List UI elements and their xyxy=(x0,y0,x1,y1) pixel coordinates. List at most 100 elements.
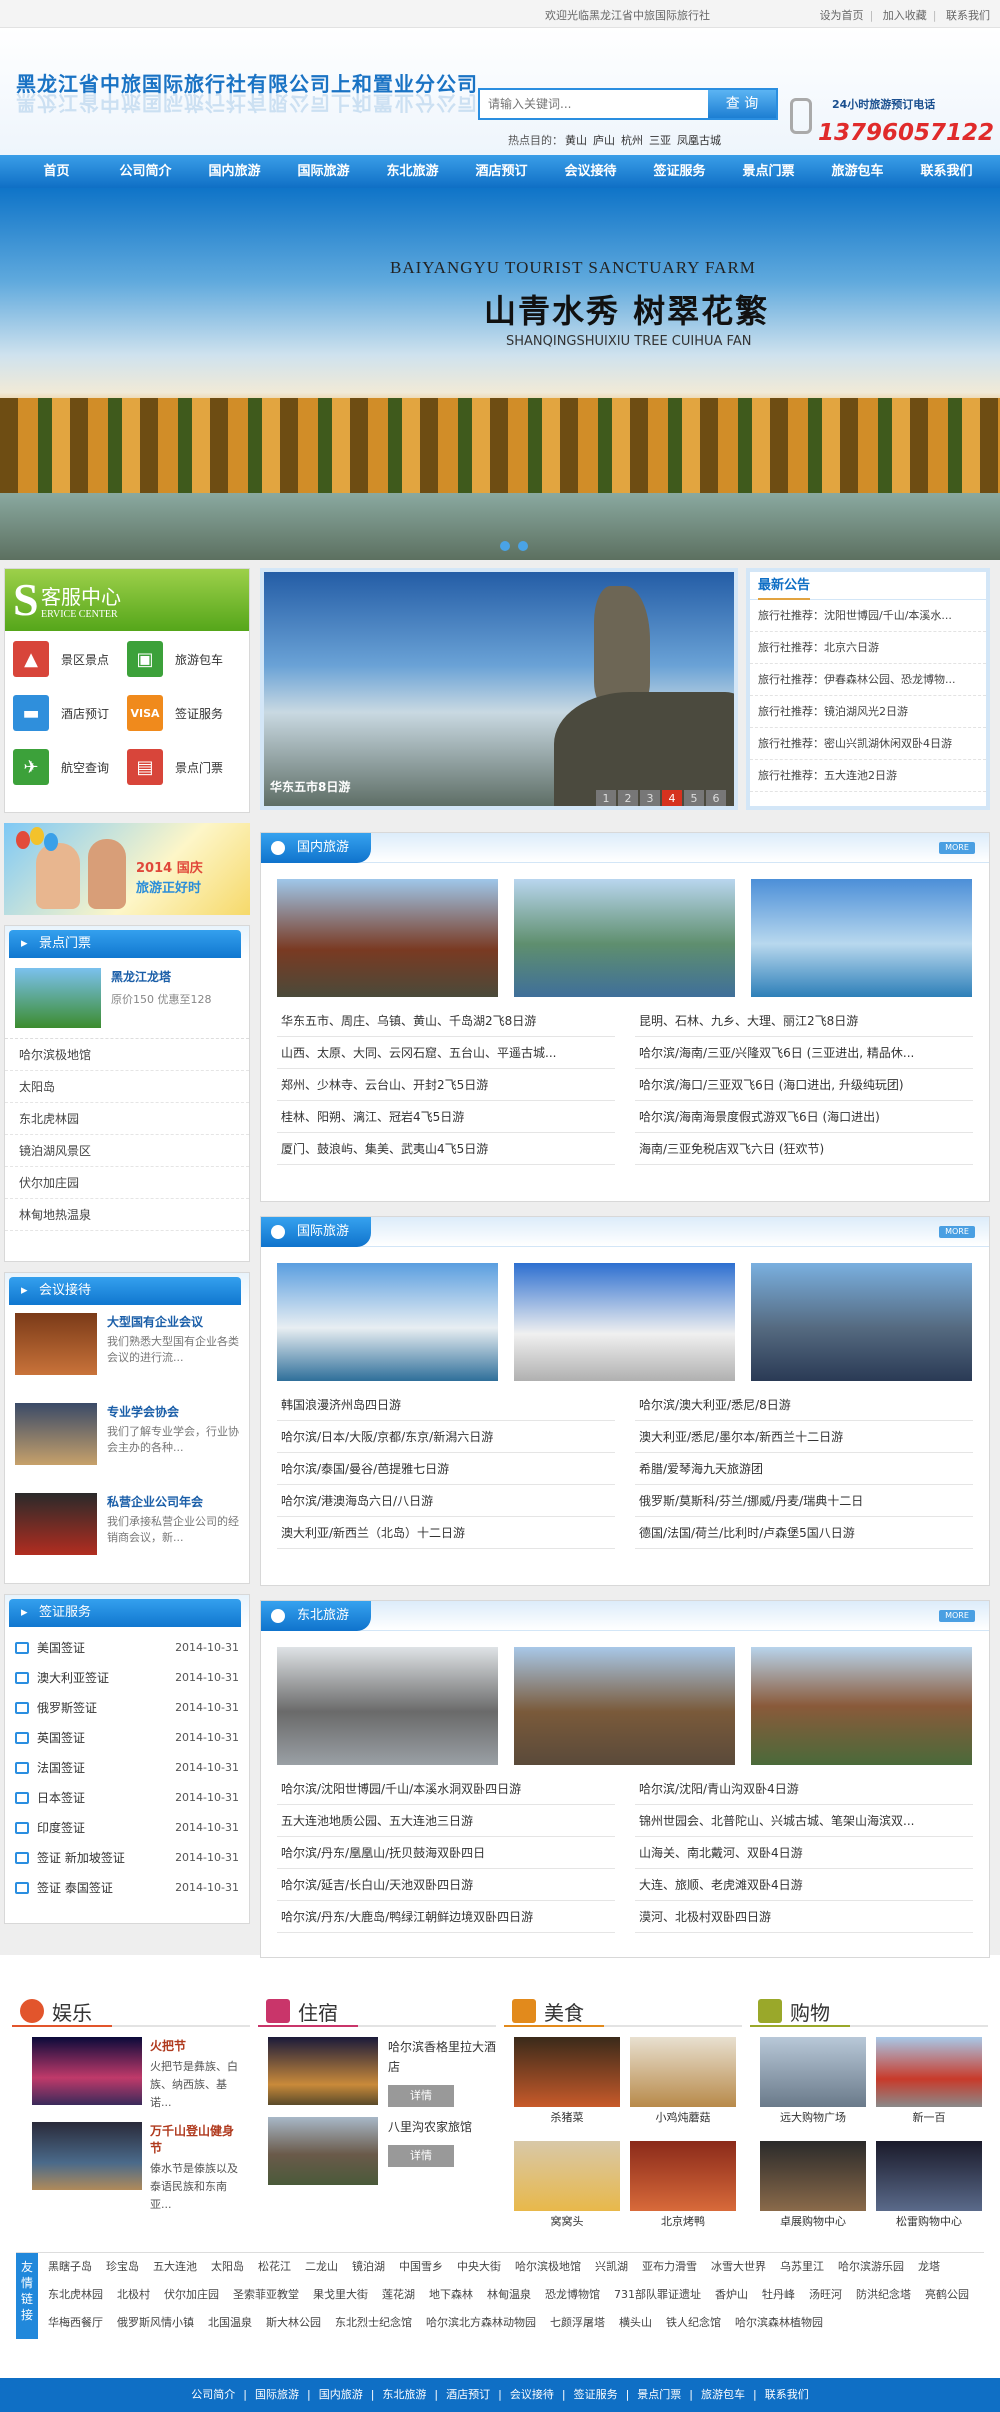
friend-link[interactable]: 伏尔加庄园 xyxy=(164,2288,219,2301)
meeting-item[interactable]: 大型国有企业会议 我们熟悉大型国有企业各类会议的进行流... xyxy=(5,1305,249,1395)
friend-link[interactable]: 珍宝岛 xyxy=(106,2260,139,2273)
route-item[interactable]: 锦州世园会、北普陀山、兴城古城、笔架山海滨双... xyxy=(635,1805,973,1837)
service-hotel[interactable]: ▬ 酒店预订 xyxy=(13,695,127,731)
banner-dot[interactable] xyxy=(500,541,510,551)
scenic-item[interactable]: 伏尔加庄园 xyxy=(5,1167,249,1199)
service-charter[interactable]: ▣ 旅游包车 xyxy=(127,641,241,677)
friend-link[interactable]: 牡丹峰 xyxy=(762,2288,795,2301)
more-button[interactable]: MORE xyxy=(939,842,975,854)
friend-link[interactable]: 中央大街 xyxy=(457,2260,501,2273)
friend-link[interactable]: 林甸温泉 xyxy=(487,2288,531,2301)
domestic-title[interactable]: 国内旅游 xyxy=(261,833,371,863)
scenic-item[interactable]: 东北虎林园 xyxy=(5,1103,249,1135)
karst-river-photo[interactable] xyxy=(514,879,735,997)
route-item[interactable]: 澳大利亚/新西兰（北岛）十二日游 xyxy=(277,1517,615,1549)
route-item[interactable]: 郑州、少林寺、云台山、开封2飞5日游 xyxy=(277,1069,615,1101)
friend-link[interactable]: 镜泊湖 xyxy=(352,2260,385,2273)
route-item[interactable]: 哈尔滨/丹东/凰凰山/抚贝鼓海双卧四日 xyxy=(277,1837,615,1869)
friend-link[interactable]: 中国雪乡 xyxy=(399,2260,443,2273)
details-button[interactable]: 详情 xyxy=(388,2085,454,2107)
friend-link[interactable]: 汤旺河 xyxy=(809,2288,842,2301)
route-item[interactable]: 哈尔滨/海南/三亚/兴隆双飞6日 (三亚进出, 精品休... xyxy=(635,1037,973,1069)
visa-title[interactable]: 签证服务 xyxy=(9,1599,241,1627)
skyline-photo[interactable] xyxy=(751,1263,972,1381)
food-item[interactable]: 北京烤鸭 xyxy=(630,2141,736,2245)
bridge-photo[interactable] xyxy=(277,1647,498,1765)
opera-house-photo[interactable] xyxy=(277,1263,498,1381)
visa-item[interactable]: 签证 泰国签证 2014-10-31 xyxy=(5,1873,249,1903)
service-flight[interactable]: ✈ 航空查询 xyxy=(13,749,127,785)
friend-link[interactable]: 黑瞎子岛 xyxy=(48,2260,92,2273)
more-button[interactable]: MORE xyxy=(939,1610,975,1622)
route-item[interactable]: 哈尔滨/泰国/曼谷/芭提雅七日游 xyxy=(277,1453,615,1485)
friend-link[interactable]: 二龙山 xyxy=(305,2260,338,2273)
entertainment-item[interactable]: 火把节 火把节是彝族、白族、纳西族、基诺... xyxy=(12,2027,250,2112)
footer-link[interactable]: 旅游包车 xyxy=(701,2388,745,2401)
friend-link[interactable]: 北极村 xyxy=(117,2288,150,2301)
meeting-item[interactable]: 私营企业公司年会 我们承接私营企业公司的经销商会议，新... xyxy=(5,1485,249,1575)
friend-link[interactable]: 北国温泉 xyxy=(208,2316,252,2329)
friend-link[interactable]: 莲花湖 xyxy=(382,2288,415,2301)
friend-link[interactable]: 哈尔滨极地馆 xyxy=(515,2260,581,2273)
pavilion-photo[interactable] xyxy=(277,879,498,997)
slide-page[interactable]: 5 xyxy=(684,790,704,806)
friend-link[interactable]: 亮鹤公园 xyxy=(925,2288,969,2301)
nav-domestic[interactable]: 国内旅游 xyxy=(190,155,279,188)
details-button[interactable]: 详情 xyxy=(388,2145,454,2167)
friend-link[interactable]: 东北烈士纪念馆 xyxy=(335,2316,412,2329)
route-item[interactable]: 漠河、北极村双卧四日游 xyxy=(635,1901,973,1933)
notice-item[interactable]: 旅行社推荐：沈阳世博园/千山/本溪水... xyxy=(750,600,986,632)
slide-page-active[interactable]: 4 xyxy=(662,790,682,806)
route-item[interactable]: 山西、太原、大同、云冈石窟、五台山、平遥古城... xyxy=(277,1037,615,1069)
notice-item[interactable]: 旅行社推荐：镜泊湖风光2日游 xyxy=(750,696,986,728)
nav-home[interactable]: 首页 xyxy=(12,155,101,188)
visa-item[interactable]: 俄罗斯签证 2014-10-31 xyxy=(5,1693,249,1723)
notice-item[interactable]: 旅行社推荐：北京六日游 xyxy=(750,632,986,664)
photo-slider[interactable]: 华东五市8日游 1 2 3 4 5 6 xyxy=(260,568,738,810)
hotel-item[interactable]: 八里沟农家旅馆 详情 xyxy=(258,2107,496,2185)
set-homepage-link[interactable]: 设为首页 xyxy=(820,9,864,22)
nav-about[interactable]: 公司简介 xyxy=(101,155,190,188)
meeting-title[interactable]: 会议接待 xyxy=(9,1277,241,1305)
route-item[interactable]: 澳大利亚/悉尼/墨尔本/新西兰十二日游 xyxy=(635,1421,973,1453)
scenic-item[interactable]: 哈尔滨极地馆 xyxy=(5,1039,249,1071)
footer-link[interactable]: 公司简介 xyxy=(191,2388,235,2401)
scenic-item[interactable]: 太阳岛 xyxy=(5,1071,249,1103)
friend-link[interactable]: 横头山 xyxy=(619,2316,652,2329)
friend-link[interactable]: 乌苏里江 xyxy=(780,2260,824,2273)
food-title[interactable]: 美食 xyxy=(544,1997,584,2026)
friend-link[interactable]: 香炉山 xyxy=(715,2288,748,2301)
hot-item[interactable]: 三亚 xyxy=(649,134,671,147)
notice-item[interactable]: 旅行社推荐：五大连池2日游 xyxy=(750,760,986,792)
shopping-item[interactable]: 新一百 xyxy=(876,2037,982,2141)
entertainment-title[interactable]: 娱乐 xyxy=(52,1997,92,2026)
slide-page[interactable]: 1 xyxy=(596,790,616,806)
friend-link[interactable]: 俄罗斯风情小镇 xyxy=(117,2316,194,2329)
shopping-item[interactable]: 松雷购物中心 xyxy=(876,2141,982,2245)
friend-link[interactable]: 太阳岛 xyxy=(211,2260,244,2273)
hot-item[interactable]: 庐山 xyxy=(593,134,615,147)
friend-link[interactable]: 斯大林公园 xyxy=(266,2316,321,2329)
friend-link[interactable]: 恐龙博物馆 xyxy=(545,2288,600,2301)
footer-link[interactable]: 酒店预订 xyxy=(446,2388,490,2401)
route-item[interactable]: 哈尔滨/日本/大阪/京都/东京/新潟六日游 xyxy=(277,1421,615,1453)
nav-northeast[interactable]: 东北旅游 xyxy=(368,155,457,188)
mosque-photo[interactable] xyxy=(514,1263,735,1381)
friend-link[interactable]: 亚布力滑雪 xyxy=(642,2260,697,2273)
shopping-item[interactable]: 卓展购物中心 xyxy=(760,2141,866,2245)
international-title[interactable]: 国际旅游 xyxy=(261,1217,371,1247)
footer-link[interactable]: 联系我们 xyxy=(765,2388,809,2401)
friend-link[interactable]: 兴凯湖 xyxy=(595,2260,628,2273)
friend-link[interactable]: 防洪纪念塔 xyxy=(856,2288,911,2301)
route-item[interactable]: 华东五市、周庄、乌镇、黄山、千岛湖2飞8日游 xyxy=(277,1005,615,1037)
route-item[interactable]: 海南/三亚免税店双飞六日 (狂欢节) xyxy=(635,1133,973,1165)
friend-link[interactable]: 东北虎林园 xyxy=(48,2288,103,2301)
search-input[interactable] xyxy=(480,90,705,118)
route-item[interactable]: 哈尔滨/延吉/长白山/天池双卧四日游 xyxy=(277,1869,615,1901)
nav-meeting[interactable]: 会议接待 xyxy=(546,155,635,188)
scenic-item[interactable]: 林甸地热温泉 xyxy=(5,1199,249,1231)
stone-monument-photo[interactable] xyxy=(751,1647,972,1765)
footer-link[interactable]: 国内旅游 xyxy=(319,2388,363,2401)
add-favorite-link[interactable]: 加入收藏 xyxy=(883,9,927,22)
more-button[interactable]: MORE xyxy=(939,1226,975,1238)
